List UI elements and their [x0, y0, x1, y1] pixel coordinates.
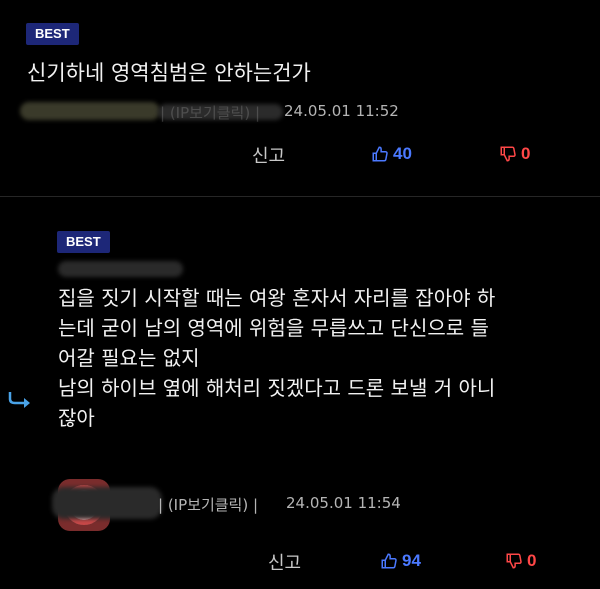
- comment-line: 집을 짓기 시작할 때는 여왕 혼자서 자리를 잡아야 하: [58, 286, 496, 310]
- dislike-count: 0: [527, 551, 537, 570]
- comment-meta: | (IP보기클릭) | 24.05.01 11:52: [20, 100, 420, 124]
- comment-item: BEST 신기하네 영역침범은 안하는건가 | (IP보기클릭) | 24.05…: [0, 0, 600, 195]
- thumbs-down-icon: [506, 553, 522, 569]
- like-button[interactable]: 40: [371, 144, 412, 164]
- like-button[interactable]: 94: [380, 551, 421, 571]
- redacted-author: [52, 487, 162, 519]
- redacted-author: [58, 261, 183, 277]
- like-count: 94: [402, 551, 421, 570]
- dislike-button[interactable]: 0: [505, 551, 536, 571]
- comment-actions: 신고 40 0: [0, 142, 600, 168]
- comment-line: 는데 굳이 남의 영역에 위험을 무릅쓰고 단신으로 들: [58, 316, 489, 340]
- reply-arrow-icon: [8, 392, 30, 408]
- comment-line: 남의 하이브 옆에 해처리 짓겠다고 드론 보낼 거 아니: [58, 376, 496, 400]
- report-button[interactable]: 신고: [252, 142, 285, 168]
- comment-date: 24.05.01 11:54: [286, 494, 401, 512]
- comment-line: 잖아: [58, 406, 95, 430]
- comment-line: 어갈 필요는 없지: [58, 346, 200, 370]
- thumbs-down-icon: [500, 146, 516, 162]
- best-badge: BEST: [57, 231, 110, 253]
- comment-actions: 신고 94 0: [0, 549, 600, 575]
- redacted-author: [20, 102, 160, 120]
- comment-item-reply: BEST 집을 짓기 시작할 때는 여왕 혼자서 자리를 잡아야 하 는데 굳이…: [0, 197, 600, 589]
- comment-text: 신기하네 영역침범은 안하는건가: [27, 61, 311, 85]
- dislike-button[interactable]: 0: [499, 144, 530, 164]
- comment-list: BEST 신기하네 영역침범은 안하는건가 | (IP보기클릭) | 24.05…: [0, 0, 600, 589]
- thumbs-up-icon: [381, 553, 397, 569]
- report-button[interactable]: 신고: [268, 549, 301, 575]
- comment-date: 24.05.01 11:52: [284, 102, 399, 120]
- like-count: 40: [393, 144, 412, 163]
- thumbs-up-icon: [372, 146, 388, 162]
- comment-text: 집을 짓기 시작할 때는 여왕 혼자서 자리를 잡아야 하 는데 굳이 남의 영…: [58, 283, 588, 433]
- ip-view-link[interactable]: | (IP보기클릭) |: [160, 102, 260, 123]
- ip-view-link[interactable]: | (IP보기클릭) |: [158, 494, 258, 515]
- dislike-count: 0: [521, 144, 531, 163]
- best-badge: BEST: [26, 23, 79, 45]
